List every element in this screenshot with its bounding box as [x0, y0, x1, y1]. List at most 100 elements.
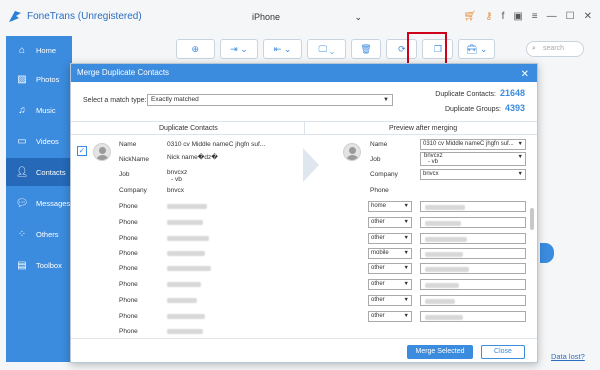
- preview-name-value: 0310 cv Middle nameC jhgfn suf...: [423, 141, 514, 147]
- chevron-down-icon: ▼: [403, 313, 409, 319]
- sidebar-item-label: Music: [36, 105, 56, 115]
- preview-label-name: Name: [370, 141, 388, 148]
- phone-value-blurred: [425, 205, 465, 210]
- field-label-phone: Phone: [119, 250, 138, 257]
- phone-type-select[interactable]: other ▼: [368, 233, 412, 244]
- duplicate-groups-stat: Duplicate Groups: 4393: [445, 103, 525, 113]
- sidebar-item-photos[interactable]: ▨ Photos: [6, 65, 72, 93]
- phone-number-field[interactable]: [420, 263, 526, 274]
- sidebar-item-label: Videos: [36, 136, 59, 146]
- sidebar-item-label: Photos: [36, 74, 60, 84]
- phone-number-field[interactable]: [420, 201, 526, 212]
- phone-number-field[interactable]: [420, 248, 526, 259]
- duplicate-contacts-count: 21648: [499, 88, 525, 98]
- sidebar-item-toolbox[interactable]: ▤ Toolbox: [6, 251, 72, 279]
- field-label-phone: Phone: [119, 328, 138, 335]
- preview-company-select[interactable]: bnvcx ▼: [420, 169, 526, 180]
- merge-arrow-icon: [303, 148, 319, 182]
- sidebar-item-videos[interactable]: ▭ Videos: [6, 127, 72, 155]
- list-scrollbar[interactable]: [530, 208, 534, 230]
- phone-value-blurred: [425, 315, 463, 320]
- sidebar-item-messages[interactable]: 💬︎ Messages: [6, 189, 72, 217]
- chevron-down-icon: ▼: [383, 97, 389, 103]
- menu-icon[interactable]: ≡: [532, 10, 538, 24]
- minimize-icon[interactable]: —: [547, 10, 557, 24]
- toolbox-icon: ▤: [17, 259, 27, 271]
- sidebar-item-label: Others: [36, 229, 59, 239]
- messages-icon: 💬︎: [15, 197, 29, 209]
- dialog-title: Merge Duplicate Contacts: [77, 68, 170, 77]
- match-type-select[interactable]: Exactly matched ▼: [147, 94, 393, 106]
- contacts-icon: 👤︎: [15, 166, 29, 178]
- phone-type-select[interactable]: other ▼: [368, 263, 412, 274]
- merge-selected-button[interactable]: Merge Selected: [407, 345, 473, 359]
- sidebar-item-label: Home: [36, 45, 57, 55]
- key-icon[interactable]: ⚷: [485, 10, 492, 24]
- add-button[interactable]: ⊕: [176, 39, 215, 59]
- phone-type-select[interactable]: mobile ▼: [368, 248, 412, 259]
- field-label-phone: Phone: [119, 265, 138, 272]
- duplicate-groups-count: 4393: [504, 103, 525, 113]
- column-duplicate-contacts: Duplicate Contacts: [159, 125, 218, 132]
- device-selector[interactable]: iPhone ⌄: [238, 11, 362, 25]
- phone-number-field[interactable]: [420, 279, 526, 290]
- facebook-icon[interactable]: f: [502, 10, 505, 24]
- to-pc-button[interactable]: 🖵︎ ⌄: [306, 39, 346, 59]
- phone-value-blurred: [167, 298, 197, 303]
- preview-company-value: bnvcx: [423, 171, 439, 177]
- plus-icon: ⊕: [191, 43, 200, 54]
- sidebar-item-home[interactable]: ⌂ Home: [6, 36, 72, 64]
- phone-value-blurred: [425, 267, 469, 272]
- sidebar-item-music[interactable]: ♫ Music: [6, 96, 72, 124]
- data-lost-link[interactable]: Data lost?: [551, 352, 585, 361]
- cart-icon[interactable]: 🛒︎: [464, 10, 477, 24]
- sidebar-item-contacts[interactable]: 👤︎ Contacts: [6, 158, 72, 186]
- phone-type-select[interactable]: other ▼: [368, 311, 412, 322]
- phone-number-field[interactable]: [420, 295, 526, 306]
- phone-number-field[interactable]: [420, 217, 526, 228]
- phone-type-select[interactable]: other ▼: [368, 217, 412, 228]
- contact-job-line1: bnvcxz: [167, 169, 188, 176]
- match-type-label: Select a match type:: [83, 97, 147, 104]
- phone-value-blurred: [167, 220, 203, 225]
- phone-type-select[interactable]: home ▼: [368, 201, 412, 212]
- phone-value-blurred: [167, 236, 209, 241]
- dialog-header: Merge Duplicate Contacts ✕: [71, 64, 537, 82]
- app-title: FoneTrans (Unregistered): [27, 11, 142, 22]
- phone-type-select[interactable]: other ▼: [368, 279, 412, 290]
- chevron-down-icon: ▼: [403, 297, 409, 303]
- close-icon[interactable]: ✕: [584, 10, 592, 24]
- export-button[interactable]: ⇤ ⌄: [263, 39, 302, 59]
- phone-number-field[interactable]: [420, 233, 526, 244]
- phone-number-field[interactable]: [420, 311, 526, 322]
- window-controls: 🛒︎ ⚷ f ▣ ≡ — ☐ ✕: [464, 10, 592, 24]
- preview-name-select[interactable]: 0310 cv Middle nameC jhgfn suf... ▼: [420, 139, 526, 150]
- close-icon[interactable]: ✕: [521, 66, 529, 84]
- delete-button[interactable]: 🗑︎: [350, 39, 382, 59]
- duplicate-list: ✓ Name 0310 cv Middle nameC jhgfn suf...…: [71, 135, 537, 338]
- phone-type-value: mobile: [371, 250, 389, 256]
- phone-type-value: other: [371, 219, 385, 225]
- close-button[interactable]: Close: [481, 345, 525, 359]
- phone-value-blurred: [167, 282, 201, 287]
- videos-icon: ▭: [17, 135, 27, 147]
- preview-job-select[interactable]: bnvcxz - vb ▼: [420, 152, 526, 166]
- maximize-icon[interactable]: ☐: [566, 10, 575, 24]
- phone-type-value: home: [371, 203, 387, 209]
- more-tools-button[interactable]: 🧰︎ ⌄: [458, 39, 496, 59]
- field-label-name: Name: [119, 141, 137, 148]
- side-action-button[interactable]: [540, 243, 554, 263]
- export-icon: ⇤ ⌄: [273, 43, 292, 54]
- contact-job-line2: - vb: [171, 176, 182, 183]
- computer-icon: 🖵︎ ⌄: [318, 43, 334, 54]
- home-icon: ⌂: [18, 44, 26, 56]
- group-checkbox[interactable]: ✓: [77, 146, 87, 156]
- feedback-icon[interactable]: ▣: [513, 10, 522, 24]
- duplicate-contacts-label: Duplicate Contacts:: [435, 91, 496, 98]
- phone-value-blurred: [167, 314, 205, 319]
- import-button[interactable]: ⇥ ⌄: [219, 39, 259, 59]
- search-input[interactable]: ⌕ search: [526, 41, 584, 57]
- phone-type-select[interactable]: other ▼: [368, 295, 412, 306]
- sidebar-item-others[interactable]: ⁘ Others: [6, 220, 72, 248]
- column-preview: Preview after merging: [389, 125, 458, 132]
